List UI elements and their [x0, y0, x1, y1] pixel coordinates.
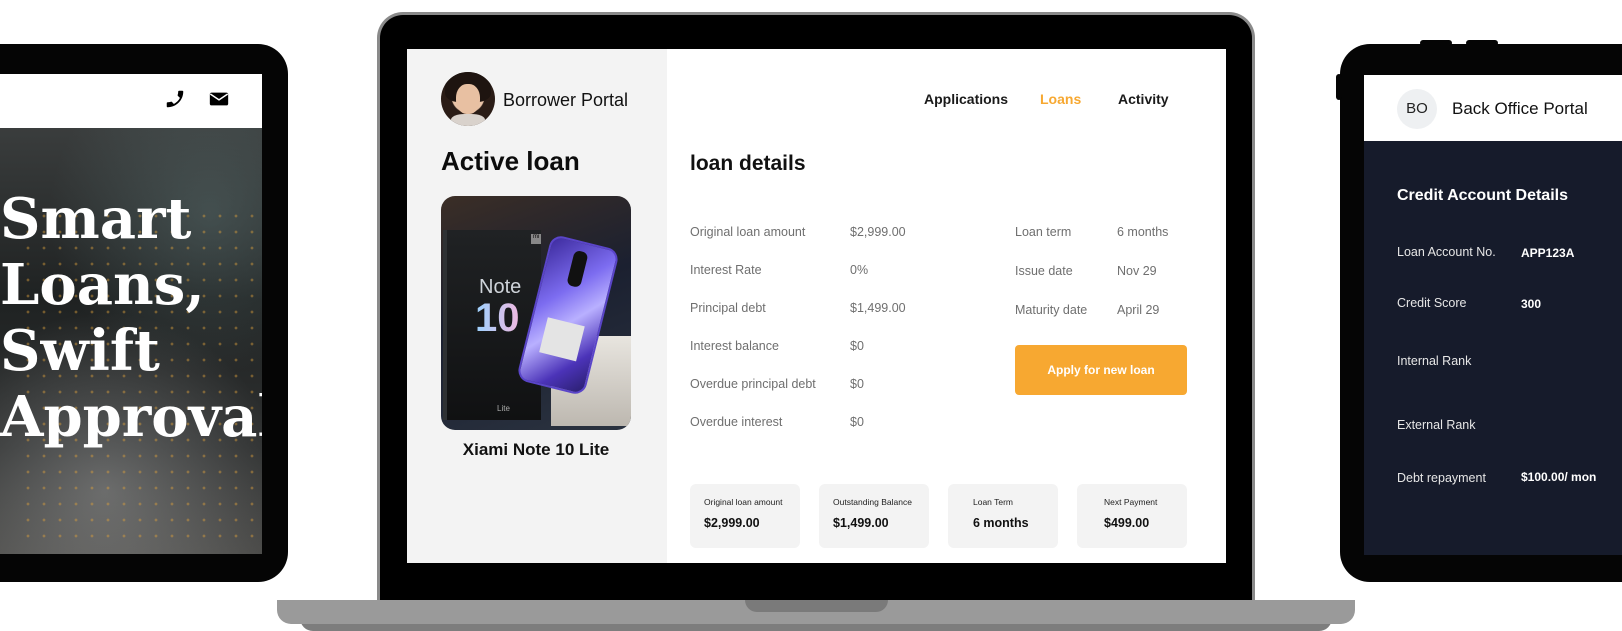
account-detail-label: External Rank — [1397, 418, 1476, 432]
detail-value: 6 months — [1117, 225, 1169, 239]
product-name: Xiami Note 10 Lite — [462, 440, 610, 459]
detail-label: Issue date — [1015, 264, 1073, 278]
detail-label: Loan term — [1015, 225, 1072, 239]
tablet-volume-button — [1466, 40, 1498, 46]
detail-value: Nov 29 — [1117, 264, 1157, 278]
hero-title: Smart Loans, Swift Approval — [0, 186, 262, 450]
account-detail-label: Credit Score — [1397, 296, 1467, 310]
nav-loans[interactable]: Loans — [1040, 91, 1081, 107]
hero-banner: Smart Loans, Swift Approval — [0, 128, 262, 554]
laptop-notch — [745, 600, 888, 612]
summary-card: Original loan amount $2,999.00 — [690, 484, 800, 548]
summary-card-value: $2,999.00 — [704, 516, 760, 530]
detail-value: $0 — [850, 415, 864, 429]
detail-label: Overdue interest — [690, 415, 783, 429]
left-tablet-header — [0, 74, 262, 128]
nav-activity[interactable]: Activity — [1118, 91, 1169, 107]
right-tablet-device: BO Back Office Portal Credit Account Det… — [1336, 40, 1622, 582]
loan-details-heading: loan details — [690, 152, 806, 175]
avatar[interactable] — [441, 72, 495, 126]
summary-card-value: $499.00 — [1104, 516, 1150, 530]
portal-name: Borrower Portal — [503, 90, 629, 110]
borrower-portal-screen: Borrower Portal Active loan mi Note 10 L… — [407, 49, 1226, 563]
account-detail-value: 300 — [1521, 297, 1542, 311]
active-loan-heading: Active loan — [441, 146, 580, 176]
mi-logo-icon: mi — [531, 234, 541, 244]
account-detail-label: Loan Account No. — [1397, 245, 1496, 259]
product-box-lite-text: Lite — [497, 404, 510, 413]
summary-card: Loan Term 6 months — [948, 484, 1058, 548]
detail-label: Maturity date — [1015, 303, 1088, 317]
detail-value: 0% — [850, 263, 869, 277]
account-detail-value: $100.00/ mon — [1521, 470, 1597, 484]
credit-account-heading: Credit Account Details — [1397, 187, 1568, 204]
avatar[interactable]: BO — [1397, 89, 1437, 129]
detail-label: Interest Rate — [690, 263, 762, 277]
product-box-number-text: 10 — [475, 296, 520, 340]
tablet-side-button — [1336, 74, 1342, 100]
product-image: mi Note 10 Lite — [441, 196, 631, 430]
left-tablet-screen: Smart Loans, Swift Approval — [0, 74, 262, 554]
detail-value: April 29 — [1117, 303, 1160, 317]
product-box-image: mi Note 10 Lite — [443, 230, 541, 420]
detail-label: Original loan amount — [690, 225, 806, 239]
detail-label: Interest balance — [690, 339, 779, 353]
left-tablet-device: Smart Loans, Swift Approval — [0, 44, 288, 582]
nav-applications[interactable]: Applications — [924, 91, 1008, 107]
summary-card-label: Original loan amount — [704, 497, 783, 507]
envelope-icon[interactable] — [208, 88, 234, 114]
summary-card-value: 6 months — [973, 516, 1029, 530]
back-office-title: Back Office Portal — [1452, 99, 1588, 118]
back-office-screen: BO Back Office Portal Credit Account Det… — [1364, 75, 1622, 555]
summary-card: Outstanding Balance $1,499.00 — [819, 484, 929, 548]
summary-card-label: Outstanding Balance — [833, 497, 912, 507]
detail-value: $1,499.00 — [850, 301, 906, 315]
back-office-header: BO Back Office Portal — [1364, 75, 1622, 141]
account-detail-label: Debt repayment — [1397, 471, 1486, 485]
detail-label: Overdue principal debt — [690, 377, 816, 391]
summary-card-label: Loan Term — [973, 497, 1014, 507]
account-detail-value: APP123A — [1521, 246, 1575, 260]
account-detail-label: Internal Rank — [1397, 354, 1472, 368]
apply-new-loan-button[interactable]: Apply for new loan — [1015, 345, 1187, 395]
summary-card-label: Next Payment — [1104, 497, 1158, 507]
detail-value: $2,999.00 — [850, 225, 906, 239]
phone-icon[interactable] — [164, 88, 190, 114]
detail-value: $0 — [850, 339, 864, 353]
summary-card-value: $1,499.00 — [833, 516, 889, 530]
tablet-volume-button — [1420, 40, 1452, 46]
detail-label: Principal debt — [690, 301, 766, 315]
loan-sidebar: Borrower Portal Active loan mi Note 10 L… — [407, 49, 667, 563]
summary-card: Next Payment $499.00 — [1077, 484, 1187, 548]
detail-value: $0 — [850, 377, 864, 391]
